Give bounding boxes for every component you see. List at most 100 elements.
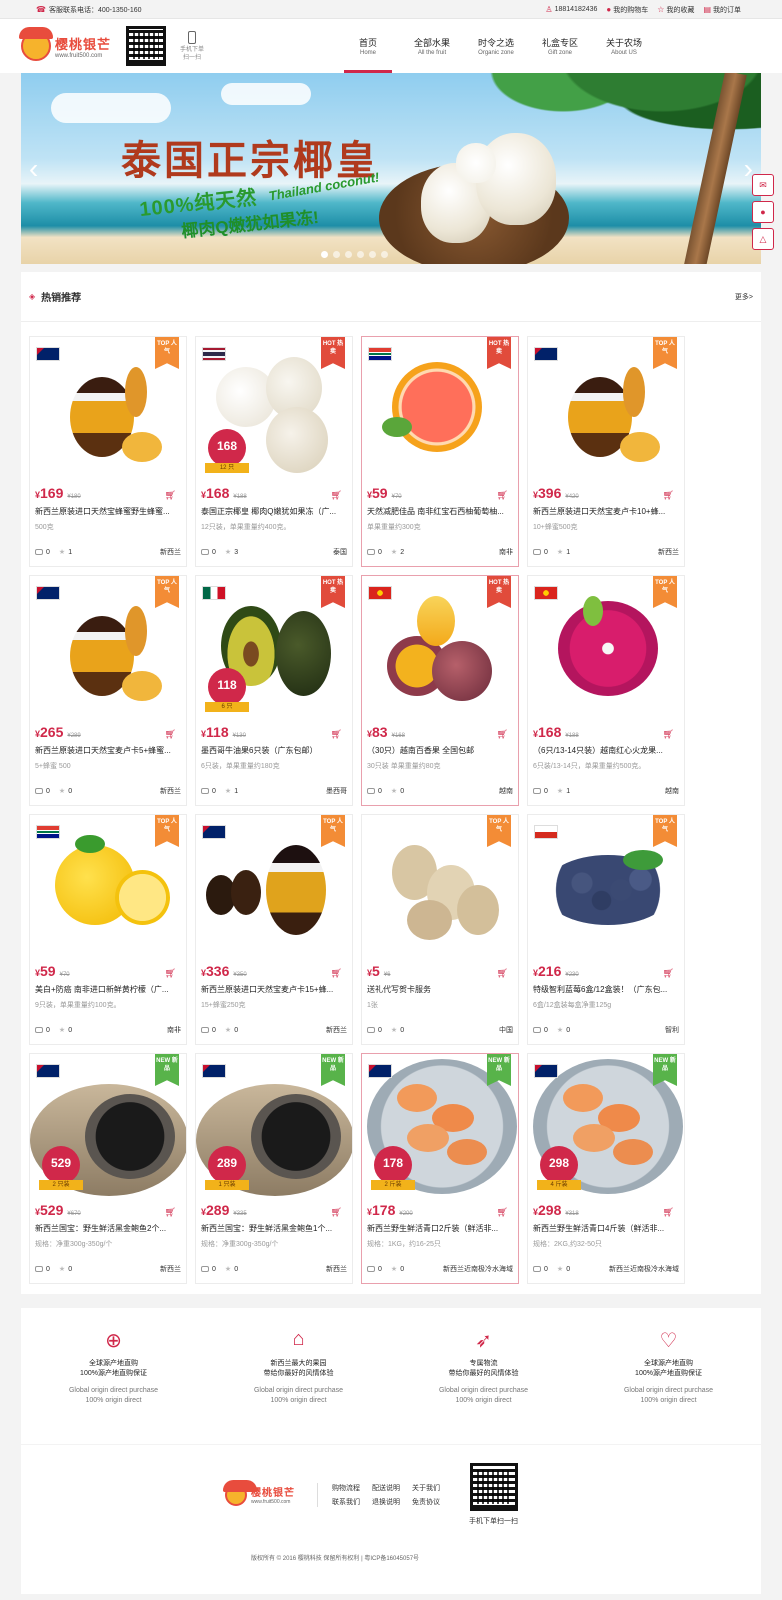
product-name[interactable]: （6只/13-14只装）越南红心火龙果... [528, 745, 684, 756]
product-name[interactable]: 新西兰原装进口天然宝麦卢卡5+蜂蜜... [30, 745, 186, 756]
product-image[interactable]: HOT 热卖 168 12 只 [196, 337, 352, 479]
product-card[interactable]: TOP 人气 ¥265 ¥289 🛒︎ 新西兰原装进口天然宝麦卢卡5+蜂蜜... … [29, 575, 187, 806]
add-to-cart-icon[interactable]: 🛒︎ [165, 968, 176, 979]
product-card[interactable]: TOP 人气 ¥396 ¥420 🛒︎ 新西兰原装进口天然宝麦卢卡10+蜂... … [527, 336, 685, 567]
product-name[interactable]: 送礼代写贺卡服务 [362, 984, 518, 995]
product-image[interactable]: NEW 新品 298 4 斤装 [528, 1054, 684, 1196]
product-card[interactable]: HOT 热卖 168 12 只 ¥168 ¥188 🛒︎ 泰国正宗椰皇 椰肉Q嫩犹如… [195, 336, 353, 567]
like-star-icon[interactable]: ★ [557, 548, 563, 556]
add-to-cart-icon[interactable]: 🛒︎ [497, 968, 508, 979]
banner-dot[interactable] [345, 251, 352, 258]
product-name[interactable]: 天然减肥佳品 南非红宝石西柚葡萄柚... [362, 506, 518, 517]
product-name[interactable]: 泰国正宗椰皇 椰肉Q嫩犹如果冻（广... [196, 506, 352, 517]
product-name[interactable]: 新西兰国宝：野生鲜活黑金鲍鱼1个... [196, 1223, 352, 1234]
product-card[interactable]: TOP 人气 ¥59 ¥70 🛒︎ 美白+防癌 南非进口新鲜黄柠檬（广... 9只… [29, 814, 187, 1045]
footer-link[interactable]: 联系我们 [332, 1497, 372, 1507]
my-cart-link[interactable]: ● 我的购物车 [606, 5, 648, 15]
product-name[interactable]: 新西兰野生鲜活青口2斤装（鲜活非... [362, 1223, 518, 1234]
like-star-icon[interactable]: ★ [225, 548, 231, 556]
product-image[interactable]: TOP 人气 [528, 815, 684, 957]
product-card[interactable]: TOP 人气 ¥169 ¥180 🛒︎ 新西兰原装进口天然宝蜂蜜野生蜂蜜... 5… [29, 336, 187, 567]
product-image[interactable]: HOT 热卖 [362, 576, 518, 718]
add-to-cart-icon[interactable]: 🛒︎ [663, 1207, 674, 1218]
add-to-cart-icon[interactable]: 🛒︎ [663, 729, 674, 740]
product-card[interactable]: HOT 热卖 ¥59 ¥70 🛒︎ 天然减肥佳品 南非红宝石西柚葡萄柚... 单果… [361, 336, 519, 567]
footer-link[interactable]: 配送说明 [372, 1483, 412, 1493]
like-star-icon[interactable]: ★ [557, 1265, 563, 1273]
nav-organic[interactable]: 时令之选 Organic zone [464, 19, 528, 73]
banner-dot[interactable] [333, 251, 340, 258]
like-star-icon[interactable]: ★ [557, 787, 563, 795]
add-to-cart-icon[interactable]: 🛒︎ [497, 490, 508, 501]
like-star-icon[interactable]: ★ [59, 1026, 65, 1034]
add-to-cart-icon[interactable]: 🛒︎ [331, 968, 342, 979]
product-name[interactable]: 特级智利蓝莓6盒/12盒装！（广东包... [528, 984, 684, 995]
product-image[interactable]: TOP 人气 [30, 815, 186, 957]
product-card[interactable]: NEW 新品 289 1 只装 ¥289 ¥335 🛒︎ 新西兰国宝：野生鲜活黑金鲍… [195, 1053, 353, 1284]
banner-dot[interactable] [357, 251, 364, 258]
back-to-top-icon[interactable]: △ [752, 228, 774, 250]
product-image[interactable]: TOP 人气 [362, 815, 518, 957]
add-to-cart-icon[interactable]: 🛒︎ [331, 1207, 342, 1218]
nav-about[interactable]: 关于农场 About US [592, 19, 656, 73]
product-name[interactable]: 墨西哥牛油果6只装（广东包邮） [196, 745, 352, 756]
hero-banner[interactable]: 泰国正宗椰皇 100%纯天然 Thailand coconut! 椰肉Q嫩犹如果… [21, 73, 761, 264]
like-star-icon[interactable]: ★ [391, 1026, 397, 1034]
product-image[interactable]: TOP 人气 [30, 576, 186, 718]
like-star-icon[interactable]: ★ [391, 1265, 397, 1273]
product-name[interactable]: （30只）越南百香果 全国包邮 [362, 745, 518, 756]
product-card[interactable]: NEW 新品 529 2 只装 ¥529 ¥670 🛒︎ 新西兰国宝：野生鲜活黑金鲍… [29, 1053, 187, 1284]
add-to-cart-icon[interactable]: 🛒︎ [165, 729, 176, 740]
product-card[interactable]: HOT 热卖 118 6 只 ¥118 ¥130 🛒︎ 墨西哥牛油果6只装（广东包邮… [195, 575, 353, 806]
like-star-icon[interactable]: ★ [391, 787, 397, 795]
product-name[interactable]: 新西兰野生鲜活青口4斤装（鲜活非... [528, 1223, 684, 1234]
banner-prev-arrow[interactable]: ‹ [29, 153, 38, 185]
add-to-cart-icon[interactable]: 🛒︎ [497, 729, 508, 740]
product-name[interactable]: 美白+防癌 南非进口新鲜黄柠檬（广... [30, 984, 186, 995]
like-star-icon[interactable]: ★ [59, 548, 65, 556]
product-image[interactable]: NEW 新品 529 2 只装 [30, 1054, 186, 1196]
product-name[interactable]: 新西兰原装进口天然宝麦卢卡10+蜂... [528, 506, 684, 517]
product-card[interactable]: NEW 新品 298 4 斤装 ¥298 ¥318 🛒︎ 新西兰野生鲜活青口4斤装（… [527, 1053, 685, 1284]
add-to-cart-icon[interactable]: 🛒︎ [331, 729, 342, 740]
my-orders-link[interactable]: ▤ 我的订单 [703, 5, 741, 15]
product-name[interactable]: 新西兰原装进口天然宝蜂蜜野生蜂蜜... [30, 506, 186, 517]
footer-link[interactable]: 免责协议 [412, 1497, 452, 1507]
like-star-icon[interactable]: ★ [225, 787, 231, 795]
chat-icon[interactable]: ✉ [752, 174, 774, 196]
like-star-icon[interactable]: ★ [391, 548, 397, 556]
product-image[interactable]: HOT 热卖 118 6 只 [196, 576, 352, 718]
add-to-cart-icon[interactable]: 🛒︎ [663, 490, 674, 501]
banner-dot[interactable] [369, 251, 376, 258]
product-card[interactable]: TOP 人气 ¥336 ¥350 🛒︎ 新西兰原装进口天然宝麦卢卡15+蜂... … [195, 814, 353, 1045]
footer-link[interactable]: 退换说明 [372, 1497, 412, 1507]
add-to-cart-icon[interactable]: 🛒︎ [165, 1207, 176, 1218]
side-cart-icon[interactable]: ● [752, 201, 774, 223]
product-card[interactable]: NEW 新品 178 2 斤装 ¥178 ¥200 🛒︎ 新西兰野生鲜活青口2斤装（… [361, 1053, 519, 1284]
more-link[interactable]: 更多> [735, 292, 753, 302]
add-to-cart-icon[interactable]: 🛒︎ [663, 968, 674, 979]
like-star-icon[interactable]: ★ [59, 1265, 65, 1273]
nav-home[interactable]: 首页 Home [336, 19, 400, 73]
like-star-icon[interactable]: ★ [225, 1265, 231, 1273]
product-image[interactable]: NEW 新品 178 2 斤装 [362, 1054, 518, 1196]
product-card[interactable]: TOP 人气 ¥216 ¥230 🛒︎ 特级智利蓝莓6盒/12盒装！（广东包...… [527, 814, 685, 1045]
product-image[interactable]: NEW 新品 289 1 只装 [196, 1054, 352, 1196]
product-card[interactable]: HOT 热卖 ¥83 ¥168 🛒︎ （30只）越南百香果 全国包邮 30只装 单… [361, 575, 519, 806]
add-to-cart-icon[interactable]: 🛒︎ [165, 490, 176, 501]
user-phone-link[interactable]: ♙ 18814182436 [545, 5, 597, 15]
add-to-cart-icon[interactable]: 🛒︎ [497, 1207, 508, 1218]
logo[interactable]: 樱桃银芒 www.fruit500.com [19, 27, 119, 61]
product-card[interactable]: TOP 人气 ¥5 ¥6 🛒︎ 送礼代写贺卡服务 1张 0 ★ 0 中国 [361, 814, 519, 1045]
nav-gift[interactable]: 礼盒专区 Gift zone [528, 19, 592, 73]
banner-dot[interactable] [321, 251, 328, 258]
like-star-icon[interactable]: ★ [59, 787, 65, 795]
add-to-cart-icon[interactable]: 🛒︎ [331, 490, 342, 501]
like-star-icon[interactable]: ★ [557, 1026, 563, 1034]
footer-link[interactable]: 购物流程 [332, 1483, 372, 1493]
product-image[interactable]: TOP 人气 [528, 576, 684, 718]
product-name[interactable]: 新西兰国宝：野生鲜活黑金鲍鱼2个... [30, 1223, 186, 1234]
product-image[interactable]: HOT 热卖 [362, 337, 518, 479]
like-star-icon[interactable]: ★ [225, 1026, 231, 1034]
banner-dot[interactable] [381, 251, 388, 258]
